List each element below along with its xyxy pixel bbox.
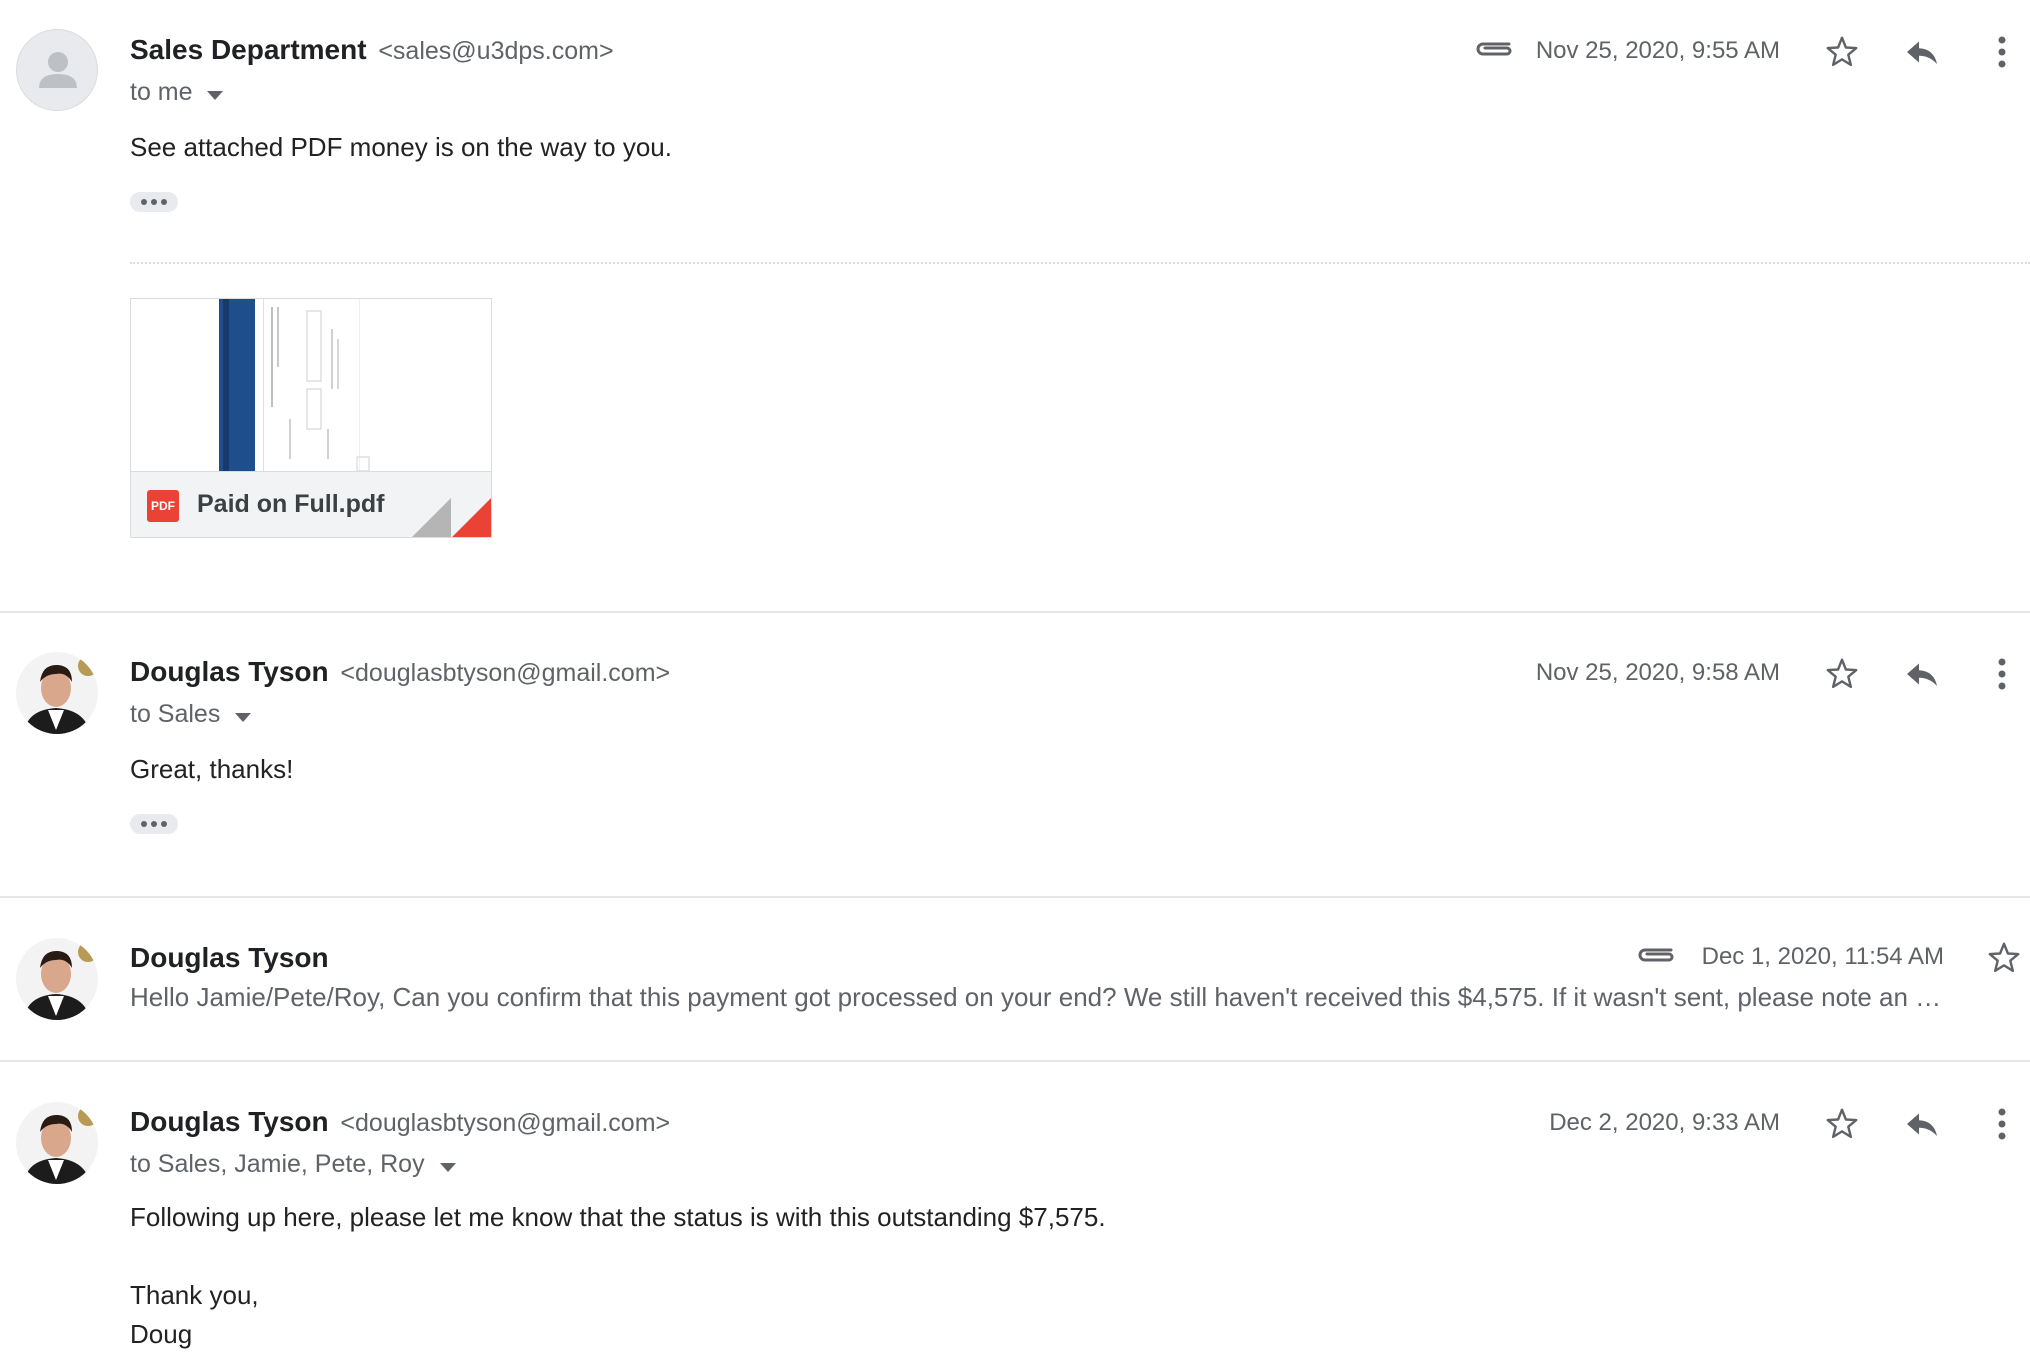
ellipsis-icon — [141, 199, 147, 205]
message-body: Great, thanks! — [130, 754, 294, 784]
recipients-toggle[interactable]: to Sales, Jamie, Pete, Roy — [130, 1150, 456, 1180]
chevron-down-icon[interactable] — [207, 79, 224, 108]
sender: Douglas Tyson <douglasbtyson@gmail.com> — [130, 1106, 670, 1138]
message-body-line: Doug — [130, 1319, 193, 1349]
ellipsis-icon — [151, 821, 157, 827]
recipients-text: to Sales — [130, 700, 221, 728]
sender-name[interactable]: Douglas Tyson — [130, 656, 329, 687]
ellipsis-icon — [141, 821, 147, 827]
sender-name[interactable]: Douglas Tyson — [130, 942, 329, 973]
page-fold-icon — [412, 498, 491, 537]
recipients-text: to Sales, Jamie, Pete, Roy — [130, 1150, 425, 1178]
pdf-file-icon: PDF — [147, 490, 179, 522]
avatar[interactable] — [16, 652, 98, 734]
message-2: Douglas Tyson <douglasbtyson@gmail.com> … — [0, 612, 2030, 894]
star-icon[interactable] — [1822, 1104, 1862, 1144]
recipients-text: to me — [130, 78, 193, 106]
paperclip-icon — [1636, 940, 1676, 970]
person-icon — [39, 52, 77, 88]
sender-email: <douglasbtyson@gmail.com> — [340, 659, 671, 687]
sender-name[interactable]: Sales Department — [130, 34, 367, 65]
show-trimmed-content-button[interactable] — [130, 814, 178, 834]
message-body-line: Following up here, please let me know th… — [130, 1202, 1106, 1232]
attachment-preview — [131, 299, 491, 472]
sender-email: <sales@u3dps.com> — [378, 37, 614, 65]
chevron-down-icon[interactable] — [439, 1151, 456, 1180]
attachment-file-name[interactable]: Paid on Full.pdf — [197, 490, 384, 519]
ellipsis-icon — [161, 199, 167, 205]
message-date: Dec 1, 2020, 11:54 AM — [1701, 943, 1944, 970]
show-trimmed-content-button[interactable] — [130, 192, 178, 212]
reply-icon[interactable] — [1902, 32, 1942, 72]
message-body-line: Thank you, — [130, 1280, 259, 1310]
ellipsis-icon — [161, 821, 167, 827]
message-date: Nov 25, 2020, 9:55 AM — [1535, 37, 1780, 64]
message-snippet[interactable]: Hello Jamie/Pete/Roy, Can you confirm th… — [130, 982, 2010, 1013]
message-3-collapsed[interactable]: Douglas Tyson Hello Jamie/Pete/Roy, Can … — [0, 898, 2030, 1060]
avatar[interactable] — [16, 1102, 98, 1184]
paperclip-icon — [1474, 34, 1514, 64]
star-icon[interactable] — [1822, 32, 1862, 72]
chevron-down-icon[interactable] — [235, 701, 252, 730]
more-vert-icon[interactable] — [1986, 1104, 2018, 1144]
sender: Sales Department <sales@u3dps.com> — [130, 34, 614, 66]
email-thread: Sales Department <sales@u3dps.com> to me… — [0, 0, 2030, 1362]
more-vert-icon[interactable] — [1986, 654, 2018, 694]
more-vert-icon[interactable] — [1986, 32, 2018, 72]
message-date: Dec 2, 2020, 9:33 AM — [1549, 1109, 1780, 1136]
avatar[interactable] — [16, 938, 98, 1020]
star-icon[interactable] — [1984, 938, 2024, 978]
avatar[interactable] — [16, 29, 98, 111]
sender-email: <douglasbtyson@gmail.com> — [340, 1109, 671, 1137]
sender-name[interactable]: Douglas Tyson — [130, 1106, 329, 1137]
profile-photo-icon — [16, 652, 98, 734]
reply-icon[interactable] — [1902, 1104, 1942, 1144]
star-icon[interactable] — [1822, 654, 1862, 694]
message-4: Douglas Tyson <douglasbtyson@gmail.com> … — [0, 1062, 2030, 1362]
message-body: See attached PDF money is on the way to … — [130, 132, 672, 162]
profile-photo-icon — [16, 1102, 98, 1184]
recipients-toggle[interactable]: to me — [130, 78, 224, 108]
recipients-toggle[interactable]: to Sales — [130, 700, 252, 730]
attachment-card[interactable]: PDF Paid on Full.pdf — [130, 298, 492, 538]
attachment-divider — [130, 262, 2030, 264]
ellipsis-icon — [151, 199, 157, 205]
profile-photo-icon — [16, 938, 98, 1020]
message-date: Nov 25, 2020, 9:58 AM — [1535, 659, 1780, 686]
sender: Douglas Tyson <douglasbtyson@gmail.com> — [130, 656, 670, 688]
reply-icon[interactable] — [1902, 654, 1942, 694]
sender: Douglas Tyson — [130, 942, 329, 974]
message-1: Sales Department <sales@u3dps.com> to me… — [0, 0, 2030, 610]
attachment-footer: PDF Paid on Full.pdf — [131, 471, 491, 537]
